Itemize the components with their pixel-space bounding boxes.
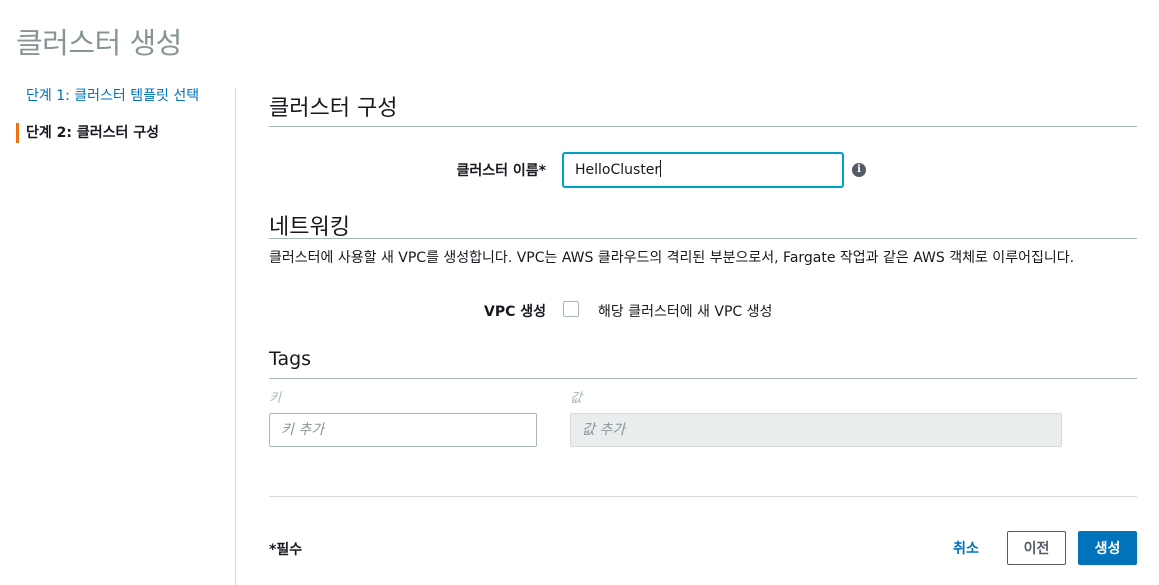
section-divider [269,126,1137,127]
create-button[interactable]: 생성 [1078,531,1137,565]
section-divider [269,378,1137,379]
page-title: 클러스터 생성 [16,26,182,60]
tag-value-input: 값 추가 [570,413,1062,447]
cluster-name-input[interactable]: HelloCluster [563,153,843,187]
networking-description: 클러스터에 사용할 새 VPC를 생성합니다. VPC는 AWS 클라우드의 격… [269,250,1075,266]
vpc-create-checkbox-label[interactable]: 해당 클러스터에 새 VPC 생성 [598,301,772,321]
cancel-button[interactable]: 취소 [941,531,991,565]
cluster-config-title: 클러스터 구성 [269,96,398,121]
section-divider [269,238,1137,239]
text-caret [660,160,662,177]
vpc-create-label: VPC 생성 [483,304,546,320]
cluster-name-label: 클러스터 이름* [456,163,546,179]
vpc-create-checkbox[interactable] [563,301,579,317]
cluster-name-value: HelloCluster [575,162,661,178]
sidebar-divider [235,88,236,585]
wizard-steps: 단계 1: 클러스터 템플릿 선택 단계 2: 클러스터 구성 [16,86,236,160]
networking-title: 네트워킹 [269,215,350,240]
info-icon[interactable]: i [852,163,866,177]
step-1-link[interactable]: 단계 1: 클러스터 템플릿 선택 [16,86,236,106]
previous-button[interactable]: 이전 [1007,531,1066,565]
tag-key-header: 키 [269,391,281,406]
tag-value-header: 값 [570,391,582,406]
tags-title: Tags [269,348,312,370]
tag-key-input[interactable]: 키 추가 [269,413,537,447]
step-2-current: 단계 2: 클러스터 구성 [16,123,236,143]
footer-divider [269,496,1137,497]
required-note: *필수 [269,542,303,558]
